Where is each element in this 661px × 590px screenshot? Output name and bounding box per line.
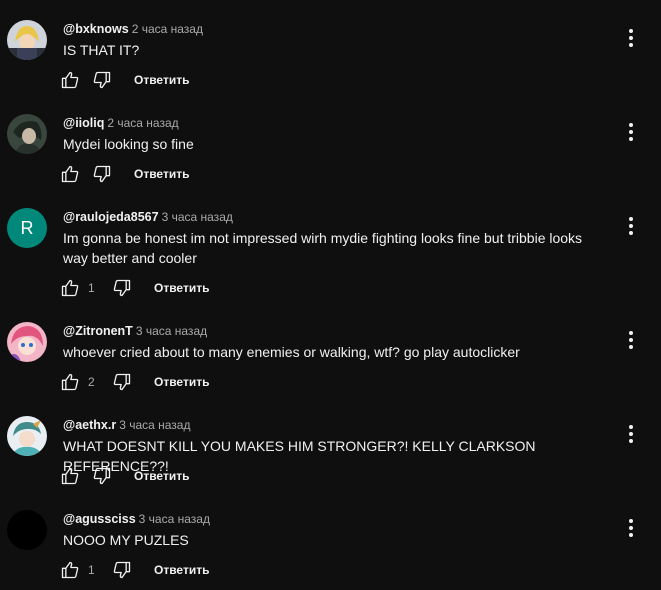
- comment-text: whoever cried about to many enemies or w…: [63, 342, 603, 362]
- more-vert-icon[interactable]: [627, 330, 635, 350]
- like-count: 1: [88, 563, 95, 577]
- reply-button[interactable]: Ответить: [154, 563, 209, 577]
- author-name[interactable]: @aethx.r: [63, 418, 116, 432]
- avatar[interactable]: [7, 416, 47, 456]
- comment-actions: Ответить: [60, 164, 189, 184]
- thumb-up-icon[interactable]: [60, 372, 80, 392]
- avatar[interactable]: [7, 510, 47, 550]
- thumb-down-icon[interactable]: [112, 372, 132, 392]
- thumb-up-icon[interactable]: [60, 164, 80, 184]
- comment-text: IS THAT IT?: [63, 40, 603, 60]
- comment-line: NOOO MY PUZLES: [63, 532, 189, 548]
- comment-header: @aethx.r 3 часа назад: [63, 416, 190, 434]
- thumb-down-icon[interactable]: [112, 278, 132, 298]
- comment-line: IS THAT IT?: [63, 42, 140, 58]
- more-vert-icon[interactable]: [627, 424, 635, 444]
- comment-header: @bxknows 2 часа назад: [63, 20, 203, 38]
- reply-button[interactable]: Ответить: [134, 469, 189, 483]
- timestamp[interactable]: 3 часа назад: [119, 418, 190, 432]
- reply-button[interactable]: Ответить: [134, 73, 189, 87]
- timestamp[interactable]: 3 часа назад: [136, 324, 207, 338]
- comment-line: way better and cooler: [63, 250, 197, 266]
- comment-text: NOOO MY PUZLES: [63, 530, 603, 550]
- thumb-up-icon[interactable]: [60, 466, 80, 486]
- thumb-down-icon[interactable]: [92, 164, 112, 184]
- reply-button[interactable]: Ответить: [134, 167, 189, 181]
- thumb-down-icon[interactable]: [92, 70, 112, 90]
- avatar[interactable]: R: [7, 208, 47, 248]
- comment-header: @raulojeda8567 3 часа назад: [63, 208, 233, 226]
- author-name[interactable]: @agussciss: [63, 512, 136, 526]
- comment-line: Im gonna be honest im not impressed wirh…: [63, 230, 583, 246]
- timestamp[interactable]: 2 часа назад: [132, 22, 203, 36]
- more-vert-icon[interactable]: [627, 216, 635, 236]
- comment-actions: Ответить: [60, 70, 189, 90]
- avatar[interactable]: [7, 20, 47, 60]
- comments-list: @bxknows 2 часа назад IS THAT IT? Ответит…: [0, 0, 661, 590]
- comment-header: @iioliq 2 часа назад: [63, 114, 179, 132]
- thumb-up-icon[interactable]: [60, 278, 80, 298]
- like-count: 2: [88, 375, 95, 389]
- comment-line: Mydei looking so fine: [63, 136, 194, 152]
- comment-header: @agussciss 3 часа назад: [63, 510, 210, 528]
- thumb-down-icon[interactable]: [112, 560, 132, 580]
- thumb-down-icon[interactable]: [92, 466, 112, 486]
- reply-button[interactable]: Ответить: [154, 375, 209, 389]
- avatar[interactable]: [7, 114, 47, 154]
- reply-button[interactable]: Ответить: [154, 281, 209, 295]
- author-name[interactable]: @iioliq: [63, 116, 104, 130]
- comment-actions: Ответить: [60, 466, 189, 486]
- comment-line: whoever cried about to many enemies or w…: [63, 344, 520, 360]
- comment-actions: 1 Ответить: [60, 278, 209, 298]
- timestamp[interactable]: 3 часа назад: [139, 512, 210, 526]
- author-name[interactable]: @raulojeda8567: [63, 210, 159, 224]
- comment-header: @ZitronenT 3 часа назад: [63, 322, 207, 340]
- more-vert-icon[interactable]: [627, 28, 635, 48]
- comment-actions: 2 Ответить: [60, 372, 209, 392]
- author-name[interactable]: @ZitronenT: [63, 324, 133, 338]
- timestamp[interactable]: 2 часа назад: [107, 116, 178, 130]
- more-vert-icon[interactable]: [627, 518, 635, 538]
- avatar[interactable]: [7, 322, 47, 362]
- comment-text: Mydei looking so fine: [63, 134, 603, 154]
- comment-text: Im gonna be honest im not impressed wirh…: [63, 228, 603, 268]
- more-vert-icon[interactable]: [627, 122, 635, 142]
- thumb-up-icon[interactable]: [60, 70, 80, 90]
- like-count: 1: [88, 281, 95, 295]
- avatar-letter: R: [20, 217, 34, 238]
- author-name[interactable]: @bxknows: [63, 22, 129, 36]
- thumb-up-icon[interactable]: [60, 560, 80, 580]
- comment-actions: 1 Ответить: [60, 560, 209, 580]
- timestamp[interactable]: 3 часа назад: [162, 210, 233, 224]
